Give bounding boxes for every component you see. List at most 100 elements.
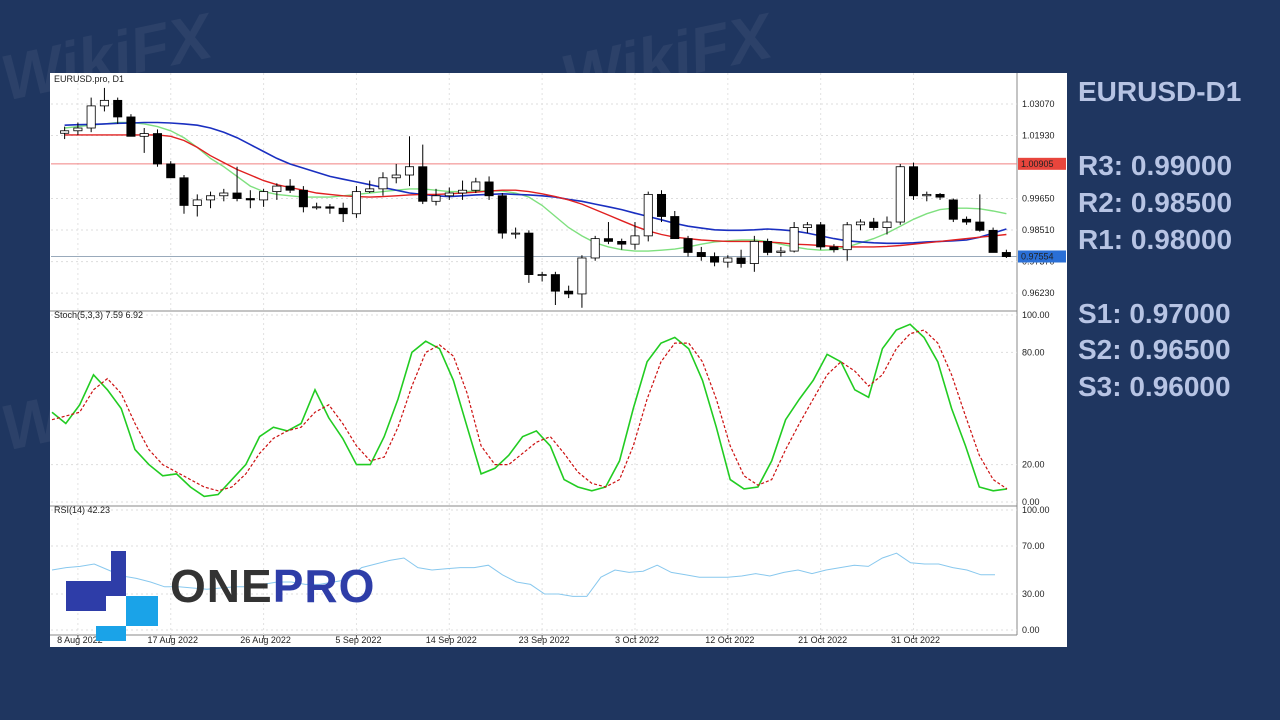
candle-body [550, 274, 560, 292]
candle-body [351, 191, 361, 215]
candle-body [855, 221, 865, 226]
price-tick-label: 0.98510 [1022, 225, 1055, 235]
candle-body [537, 274, 547, 276]
candle-body [617, 240, 627, 245]
support-2: S2: 0.96500 [1078, 334, 1231, 365]
candle-body [497, 195, 507, 234]
onepro-logo: ONEPRO [66, 551, 396, 641]
rsi-tick-label: 30.00 [1022, 589, 1045, 599]
candle-body [444, 192, 454, 197]
stoch-signal-line [51, 329, 1008, 492]
candle-body [524, 232, 534, 275]
candle-body [736, 257, 746, 264]
price-tick-label: 0.96230 [1022, 288, 1055, 298]
candle-body [139, 133, 149, 137]
candle-body [776, 250, 786, 253]
candle-body [603, 238, 613, 242]
resistance-1: R1: 0.98000 [1078, 224, 1233, 255]
candle-body [802, 224, 812, 228]
candle-body [312, 206, 322, 209]
candle-body [86, 105, 96, 129]
candle-body [816, 224, 826, 248]
candle-body [418, 166, 428, 202]
candle-body [219, 192, 229, 197]
candle-body [643, 193, 653, 237]
candle-body [829, 246, 839, 251]
stoch-tick-label: 100.00 [1022, 310, 1050, 320]
price-tick-label: 1.03070 [1022, 99, 1055, 109]
rsi-tick-label: 100.00 [1022, 505, 1050, 515]
rsi-tick-label: 0.00 [1022, 625, 1040, 635]
candle-body [749, 240, 759, 264]
support-1: S1: 0.97000 [1078, 298, 1231, 329]
candle-body [259, 191, 269, 201]
candle-body [298, 189, 308, 208]
date-label: 23 Sep 2022 [519, 635, 570, 645]
candle-body [511, 232, 521, 235]
candle-body [404, 166, 415, 176]
candle-body [670, 216, 680, 240]
price-panel-title: EURUSD.pro, D1 [54, 74, 124, 84]
date-label: 14 Sep 2022 [426, 635, 477, 645]
resistance-3: R3: 0.99000 [1078, 150, 1233, 181]
date-label: 31 Oct 2022 [891, 635, 940, 645]
candle-body [338, 207, 348, 215]
stoch-panel-title: Stoch(5,3,3) 7.59 6.92 [54, 310, 143, 320]
date-label: 21 Oct 2022 [798, 635, 847, 645]
ma-blue-line [64, 121, 1007, 245]
price-tick-label: 0.99650 [1022, 194, 1055, 204]
candle-body [630, 235, 640, 245]
candle-body [73, 127, 83, 132]
candle-body [431, 195, 441, 202]
candle-body [577, 257, 587, 295]
stoch-tick-label: 20.00 [1022, 460, 1045, 470]
candle-body [378, 177, 388, 190]
candle-body [564, 290, 574, 295]
price-tag-label: 1.00905 [1021, 159, 1054, 169]
date-label: 3 Oct 2022 [615, 635, 659, 645]
candle-body [60, 130, 70, 134]
chart-panel[interactable]: 1.030701.019300.996500.985100.973700.962… [50, 73, 1067, 647]
candle-body [656, 193, 667, 217]
candle-body [696, 252, 706, 258]
candle-body [285, 185, 295, 191]
logo-text: ONEPRO [170, 563, 375, 609]
candle-body [458, 189, 468, 194]
candle-body [869, 221, 879, 228]
logo-text-one: ONE [170, 560, 273, 612]
candle-body [763, 240, 773, 253]
candle-body [192, 199, 202, 206]
candle-body [99, 99, 109, 107]
candle-body [683, 238, 693, 253]
candle-body [590, 238, 600, 259]
candle-body [975, 221, 985, 231]
candle-body [272, 185, 282, 193]
candle-body [842, 224, 852, 251]
candle-body [789, 227, 799, 252]
candle-body [962, 218, 972, 223]
candle-body [909, 166, 919, 197]
candle-body [484, 181, 494, 197]
candle-body [723, 257, 733, 263]
candle-body [922, 193, 932, 197]
candle-body [365, 188, 375, 193]
symbol-title: EURUSD-D1 [1078, 76, 1242, 107]
rsi-tick-label: 70.00 [1022, 541, 1045, 551]
resistance-2: R2: 0.98500 [1078, 187, 1233, 218]
ma-red-line [64, 134, 1007, 248]
date-label: 12 Oct 2022 [705, 635, 754, 645]
price-tag-label: 0.97554 [1021, 251, 1054, 261]
candle-body [245, 198, 255, 201]
candle-body [882, 221, 892, 228]
candle-body [935, 193, 945, 198]
candle-body [232, 192, 242, 199]
price-tick-label: 1.01930 [1022, 130, 1055, 140]
candle-body [988, 229, 998, 253]
logo-mark-icon [66, 551, 158, 641]
logo-text-pro: PRO [272, 560, 376, 612]
candle-body [166, 163, 176, 179]
candle-body [126, 116, 136, 137]
stoch-tick-label: 80.00 [1022, 347, 1045, 357]
candle-body [391, 174, 401, 179]
candle-body [895, 166, 905, 223]
